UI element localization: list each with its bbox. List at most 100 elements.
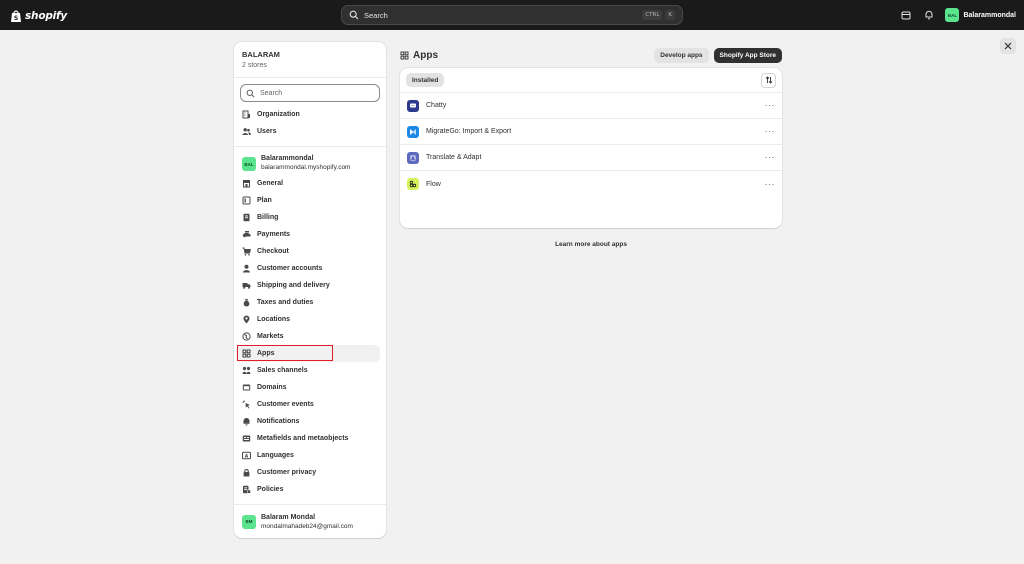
sidebar-item-domains[interactable]: Domains xyxy=(234,379,380,396)
sidebar-item-label: Customer accounts xyxy=(257,265,323,272)
flow-icon xyxy=(407,178,419,190)
more-actions-icon[interactable]: ··· xyxy=(765,179,776,189)
app-name: Chatty xyxy=(426,102,447,109)
learn-more-link[interactable]: Learn more about apps xyxy=(400,241,782,248)
settings-sidebar: BALARAM 2 stores Search Organization Use… xyxy=(234,42,386,538)
sidebar-item-payments[interactable]: Payments xyxy=(234,226,380,243)
sidebar-item-markets[interactable]: Markets xyxy=(234,328,380,345)
organization-nav: Organization Users xyxy=(234,106,386,140)
sort-button[interactable] xyxy=(761,72,776,88)
sidebar-item-policies[interactable]: Policies xyxy=(234,481,380,498)
app-row-translate[interactable]: A Translate & Adapt ··· xyxy=(400,145,782,171)
cursor-click-icon xyxy=(242,400,251,409)
store-menu-button[interactable]: BAL Balarammondal xyxy=(945,8,1016,22)
sidebar-item-apps[interactable]: Apps xyxy=(236,345,380,362)
sidebar-item-languages[interactable]: A Languages xyxy=(234,447,380,464)
store-name: Balarammondal xyxy=(963,11,1016,19)
settings-search-input[interactable]: Search xyxy=(240,84,380,102)
sidebar-item-users[interactable]: Users xyxy=(234,123,380,140)
close-settings-button[interactable] xyxy=(1000,38,1016,54)
domain-icon xyxy=(242,383,251,392)
user-avatar: BM xyxy=(242,514,256,529)
sidebar-item-customer-privacy[interactable]: Customer privacy xyxy=(234,464,380,481)
sidebar-item-label: Payments xyxy=(257,231,291,238)
sidebar-item-label: Locations xyxy=(257,316,291,323)
apps-grid-icon xyxy=(400,51,409,59)
sidebar-item-label: Languages xyxy=(257,452,294,459)
sidebar-item-label: General xyxy=(257,180,284,187)
sidebar-item-billing[interactable]: Billing xyxy=(234,209,380,226)
store-icon xyxy=(242,179,251,188)
sidebar-item-label: Users xyxy=(257,128,277,135)
sidebar-item-metafields[interactable]: Metafields and metaobjects xyxy=(234,430,380,447)
search-icon xyxy=(246,89,255,97)
develop-apps-button[interactable]: Develop apps xyxy=(654,47,709,63)
apps-page-header: Apps Develop apps Shopify App Store xyxy=(400,46,782,64)
user-profile[interactable]: BM Balaram Mondal mondalmahadeb24@gmail.… xyxy=(234,504,386,538)
brand-name: shopify xyxy=(25,9,68,22)
card-toolbar: Installed xyxy=(400,68,782,93)
app-row-chatty[interactable]: Chatty ··· xyxy=(400,93,782,119)
more-actions-icon[interactable]: ··· xyxy=(765,101,776,110)
sidebar-item-label: Billing xyxy=(257,214,279,221)
more-actions-icon[interactable]: ··· xyxy=(765,127,776,136)
sidebar-item-label: Markets xyxy=(257,333,284,340)
migratego-icon xyxy=(407,125,419,138)
plan-icon xyxy=(242,196,251,205)
globe-icon xyxy=(242,332,251,341)
sidebar-item-sales-channels[interactable]: Sales channels xyxy=(234,362,380,379)
shopify-logo[interactable]: S shopify xyxy=(10,8,67,23)
language-icon: A xyxy=(242,451,251,460)
settings-overlay: BALARAM 2 stores Search Organization Use… xyxy=(0,30,1024,564)
app-row-migratego[interactable]: MigrateGo: Import & Export ··· xyxy=(400,119,782,145)
sidebar-item-label: Apps xyxy=(257,350,275,357)
store-switch-icon[interactable] xyxy=(899,8,913,22)
sidebar-item-label: Taxes and duties xyxy=(257,299,314,306)
store-switcher[interactable]: BAL Balarammondal balarammondal.myshopif… xyxy=(234,153,386,175)
sidebar-item-label: Shipping and delivery xyxy=(257,282,330,289)
app-row-flow[interactable]: Flow ··· xyxy=(400,171,782,197)
sidebar-item-shipping[interactable]: Shipping and delivery xyxy=(234,277,380,294)
search-placeholder: Search xyxy=(364,10,388,20)
app-name: Flow xyxy=(426,180,441,188)
store-domain: balarammondal.myshopify.com xyxy=(261,164,351,171)
divider xyxy=(234,146,386,147)
svg-text:A: A xyxy=(411,155,415,161)
highlight-annotation-box xyxy=(237,345,333,361)
lock-icon xyxy=(242,468,251,477)
money-bag-icon xyxy=(242,298,251,307)
more-actions-icon[interactable]: ··· xyxy=(765,153,776,162)
close-icon xyxy=(1004,42,1012,50)
sidebar-item-taxes[interactable]: Taxes and duties xyxy=(234,294,380,311)
apps-grid-icon xyxy=(242,349,251,358)
organization-header[interactable]: BALARAM 2 stores xyxy=(234,42,386,78)
truck-icon xyxy=(242,281,251,290)
store-settings-nav: General Plan Billing Payments Checkout C… xyxy=(234,175,386,498)
building-icon xyxy=(242,110,251,119)
sidebar-item-label: Customer privacy xyxy=(257,469,317,476)
app-store-button[interactable]: Shopify App Store xyxy=(713,47,782,63)
filter-installed-tab[interactable]: Installed xyxy=(406,73,445,87)
global-search-input[interactable]: Search CTRL K xyxy=(341,5,683,25)
svg-text:A: A xyxy=(245,453,249,459)
app-name: MigrateGo: Import & Export xyxy=(426,128,512,135)
sidebar-item-label: Metafields and metaobjects xyxy=(257,435,349,442)
organization-store-count: 2 stores xyxy=(242,62,267,69)
sidebar-item-label: Sales channels xyxy=(257,367,308,374)
bell-icon[interactable] xyxy=(922,8,936,22)
shopify-bag-icon: S xyxy=(11,10,21,22)
sidebar-item-locations[interactable]: Locations xyxy=(234,311,380,328)
sidebar-item-organization[interactable]: Organization xyxy=(234,106,380,123)
sidebar-item-general[interactable]: General xyxy=(234,175,380,192)
sidebar-item-label: Checkout xyxy=(257,248,289,255)
sidebar-item-customer-events[interactable]: Customer events xyxy=(234,396,380,413)
store-avatar: BAL xyxy=(242,157,256,171)
policy-icon xyxy=(242,485,251,494)
users-icon xyxy=(242,127,251,136)
sidebar-item-checkout[interactable]: Checkout xyxy=(234,243,380,260)
person-icon xyxy=(242,264,251,273)
search-icon xyxy=(349,10,359,20)
sidebar-item-customer-accounts[interactable]: Customer accounts xyxy=(234,260,380,277)
sidebar-item-plan[interactable]: Plan xyxy=(234,192,380,209)
sidebar-item-notifications[interactable]: Notifications xyxy=(234,413,380,430)
